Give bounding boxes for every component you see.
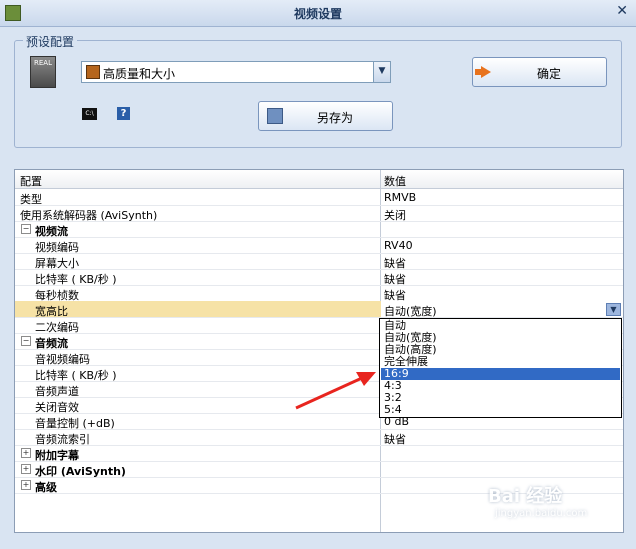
dropdown-option[interactable]: 4:3 xyxy=(381,380,620,392)
grid-header: 配置 数值 xyxy=(15,170,623,189)
collapse-icon[interactable]: − xyxy=(21,224,31,234)
save-as-label: 另存为 xyxy=(317,111,354,125)
save-as-button[interactable]: 另存为 xyxy=(258,101,393,131)
grid-row[interactable]: 屏幕大小 缺省 xyxy=(15,253,623,270)
grid-row[interactable]: + 附加字幕 xyxy=(15,445,623,462)
grid-row[interactable]: 每秒桢数 缺省 xyxy=(15,285,623,302)
row-value: RMVB xyxy=(384,191,417,204)
aspect-ratio-dropdown[interactable]: 自动 自动(宽度) 自动(高度) 完全伸展 16:9 4:3 3:2 5:4 xyxy=(379,318,622,418)
ok-button[interactable]: 确定 xyxy=(472,57,607,87)
dropdown-option[interactable]: 16:9 xyxy=(381,368,620,380)
ok-label: 确定 xyxy=(537,67,562,81)
grid-row[interactable]: 比特率 ( KB/秒 ) 缺省 xyxy=(15,269,623,286)
column-header-value: 数值 xyxy=(384,175,406,188)
preset-select[interactable]: 高质量和大小 ▼ xyxy=(81,61,391,83)
arrow-right-icon xyxy=(475,66,491,78)
command-line-icon[interactable]: C:\ xyxy=(82,108,97,120)
dropdown-option[interactable]: 完全伸展 xyxy=(381,356,620,368)
window-title: 视频设置 xyxy=(293,7,342,21)
dropdown-option[interactable]: 3:2 xyxy=(381,392,620,404)
watermark-logo: Bai 经验 xyxy=(488,486,563,507)
title-bar: 视频设置 ✕ xyxy=(0,0,636,27)
watermark-url: jingyan.baidu.com xyxy=(495,508,588,519)
row-label: 高级 xyxy=(35,481,57,494)
grid-row[interactable]: 使用系统解码器 (AviSynth) 关闭 xyxy=(15,205,623,222)
preset-select-value: 高质量和大小 xyxy=(103,67,176,81)
collapse-icon[interactable]: − xyxy=(21,336,31,346)
real-format-icon: REAL xyxy=(30,56,56,88)
row-value: RV40 xyxy=(384,239,413,252)
grid-row[interactable]: 类型 RMVB xyxy=(15,189,623,206)
grid-row[interactable]: 宽高比 自动(宽度) ▼ xyxy=(15,301,623,318)
grid-row[interactable]: − 视频流 xyxy=(15,221,623,238)
preset-group: 预设配置 REAL 高质量和大小 ▼ C:\ ? 另存为 确定 xyxy=(14,33,622,148)
grid-row[interactable]: 音频流索引 缺省 xyxy=(15,429,623,446)
chevron-down-icon[interactable]: ▼ xyxy=(606,303,621,316)
aspect-ratio-combo[interactable]: 自动(宽度) ▼ xyxy=(381,301,623,318)
disk-icon xyxy=(267,108,283,124)
column-header-name: 配置 xyxy=(20,175,42,188)
expand-icon[interactable]: + xyxy=(21,464,31,474)
help-icon[interactable]: ? xyxy=(117,107,130,120)
chevron-down-icon[interactable]: ▼ xyxy=(373,62,390,82)
grid-row[interactable]: + 水印 (AviSynth) xyxy=(15,461,623,478)
preset-legend: 预设配置 xyxy=(23,33,78,50)
film-icon xyxy=(86,65,100,79)
dropdown-option[interactable]: 5:4 xyxy=(381,404,620,416)
grid-row[interactable]: 视频编码 RV40 xyxy=(15,237,623,254)
expand-icon[interactable]: + xyxy=(21,480,31,490)
close-icon[interactable]: ✕ xyxy=(616,3,628,19)
expand-icon[interactable]: + xyxy=(21,448,31,458)
